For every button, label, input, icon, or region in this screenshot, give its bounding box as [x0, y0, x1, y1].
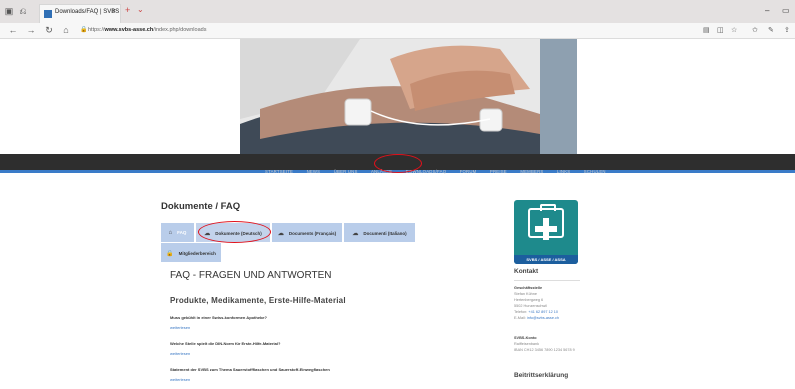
address-line: Stefan Kühne: [514, 292, 538, 296]
address-line: Hertenbergweg 6: [514, 298, 544, 302]
phone-link[interactable]: +41 62 897 12 10: [528, 310, 558, 314]
favorites-icon[interactable]: ✩: [752, 26, 758, 34]
url-field[interactable]: https://www.svbs-asse.ch/index.php/downl…: [88, 27, 206, 33]
split-view-icon[interactable]: ◫: [717, 26, 724, 34]
lock-icon: 🔒: [80, 27, 88, 33]
cloud-download-icon: ☁: [277, 231, 284, 237]
share-icon[interactable]: ⇪: [784, 26, 790, 34]
bank-line: IBAN CH12 3456 7890 1234 5678 9: [514, 348, 575, 352]
svbs-logo[interactable]: SVBS / ASSE / ASSA: [514, 200, 578, 264]
nav-item-forum[interactable]: FORUM: [460, 169, 477, 174]
tab-title: Downloads/FAQ | SVBS: [55, 9, 120, 15]
faq-question: Muss gekühlt in einer Swiss-konformen Ap…: [170, 315, 267, 320]
refresh-icon[interactable]: ↻: [44, 25, 54, 36]
faq-subheading: Produkte, Medikamente, Erste-Hilfe-Mater…: [170, 296, 346, 305]
nav-item-schulen[interactable]: SCHULEN: [584, 169, 606, 174]
browser-tab[interactable]: Downloads/FAQ | SVBS ×: [39, 4, 121, 23]
nav-item-ueber-uns[interactable]: ÜBER UNS: [334, 169, 358, 174]
nav-item-news[interactable]: NEWS: [307, 169, 321, 174]
bank-line: Raiffeisenbank: [514, 342, 540, 346]
nav-item-links[interactable]: LINKS: [557, 169, 570, 174]
tab-dropdown-icon[interactable]: ⌄: [137, 5, 144, 14]
forward-icon[interactable]: →: [26, 25, 36, 35]
geschaeftsstelle-label: Geschäftsstelle: [514, 286, 543, 290]
address-line: 5502 Hunzenschwil: [514, 304, 547, 308]
home-icon[interactable]: ⌂: [61, 25, 71, 35]
cpr-illustration: [240, 39, 577, 154]
reading-view-icon[interactable]: ▤: [703, 26, 710, 34]
read-more-link[interactable]: weiterlesen: [170, 351, 190, 356]
page-title: Dokumente / FAQ: [161, 201, 241, 212]
back-icon[interactable]: ←: [8, 25, 18, 35]
email-line: E-Mail: info@svbs-asse.ch: [514, 316, 560, 320]
email-link[interactable]: info@svbs-asse.ch: [527, 316, 559, 320]
read-more-link[interactable]: weiterlesen: [170, 377, 190, 382]
kontakt-heading: Kontakt: [514, 268, 539, 275]
divider: [514, 280, 580, 281]
minimize-icon[interactable]: –: [765, 6, 769, 15]
tab-actions-icon[interactable]: ▣: [4, 6, 14, 16]
address-bar: ← → ↻ ⌂ 🔒 https://www.svbs-asse.ch/index…: [0, 23, 795, 39]
hero-image: [240, 39, 577, 154]
logo-text: SVBS / ASSE / ASSA: [514, 255, 578, 264]
tab-faq[interactable]: ⌂ FAQ: [161, 223, 194, 242]
highlight-circle-tab: [198, 221, 271, 243]
lock-icon: 🔒: [166, 251, 174, 257]
nav-item-members[interactable]: MEMBERS: [520, 169, 543, 174]
home-icon: ⌂: [168, 230, 173, 236]
tab-close-icon[interactable]: ×: [112, 8, 116, 15]
notes-icon[interactable]: ✎: [768, 26, 774, 34]
nav-item-startseite[interactable]: STARTSEITE: [265, 169, 293, 174]
restore-icon[interactable]: ▭: [782, 6, 790, 15]
new-tab-button[interactable]: +: [125, 5, 130, 15]
tab-mitgliederbereich[interactable]: 🔒 Mitgliederbereich: [161, 243, 221, 262]
faq-heading: FAQ - FRAGEN UND ANTWORTEN: [170, 270, 332, 281]
browser-tab-bar: ▣ ⎌ Downloads/FAQ | SVBS × + ⌄ – ▭: [0, 0, 795, 23]
favicon-icon: [44, 10, 52, 18]
nav-item-preise[interactable]: PREISE: [490, 169, 507, 174]
beitritt-heading: Beitrittserklärung: [514, 372, 569, 379]
back-tab-icon[interactable]: ⎌: [18, 6, 28, 16]
read-more-link[interactable]: weiterlesen: [170, 325, 190, 330]
favorite-star-icon[interactable]: ☆: [731, 26, 737, 34]
tab-documents-francais[interactable]: ☁ Documents (Français): [272, 223, 342, 242]
cloud-download-icon: ☁: [352, 231, 359, 237]
highlight-circle-nav: [374, 154, 422, 173]
tab-documenti-italiano[interactable]: ☁ Documenti (Italiano): [344, 223, 415, 242]
faq-question: Welche Stelle spielt die DIN-Norm für Er…: [170, 341, 281, 346]
phone-line: Telefon: +41 62 897 12 10: [514, 310, 559, 314]
faq-question: Statement der SVBS zum Thema Sauerstofff…: [170, 367, 330, 372]
bank-label: SVBS-Konto: [514, 336, 537, 340]
